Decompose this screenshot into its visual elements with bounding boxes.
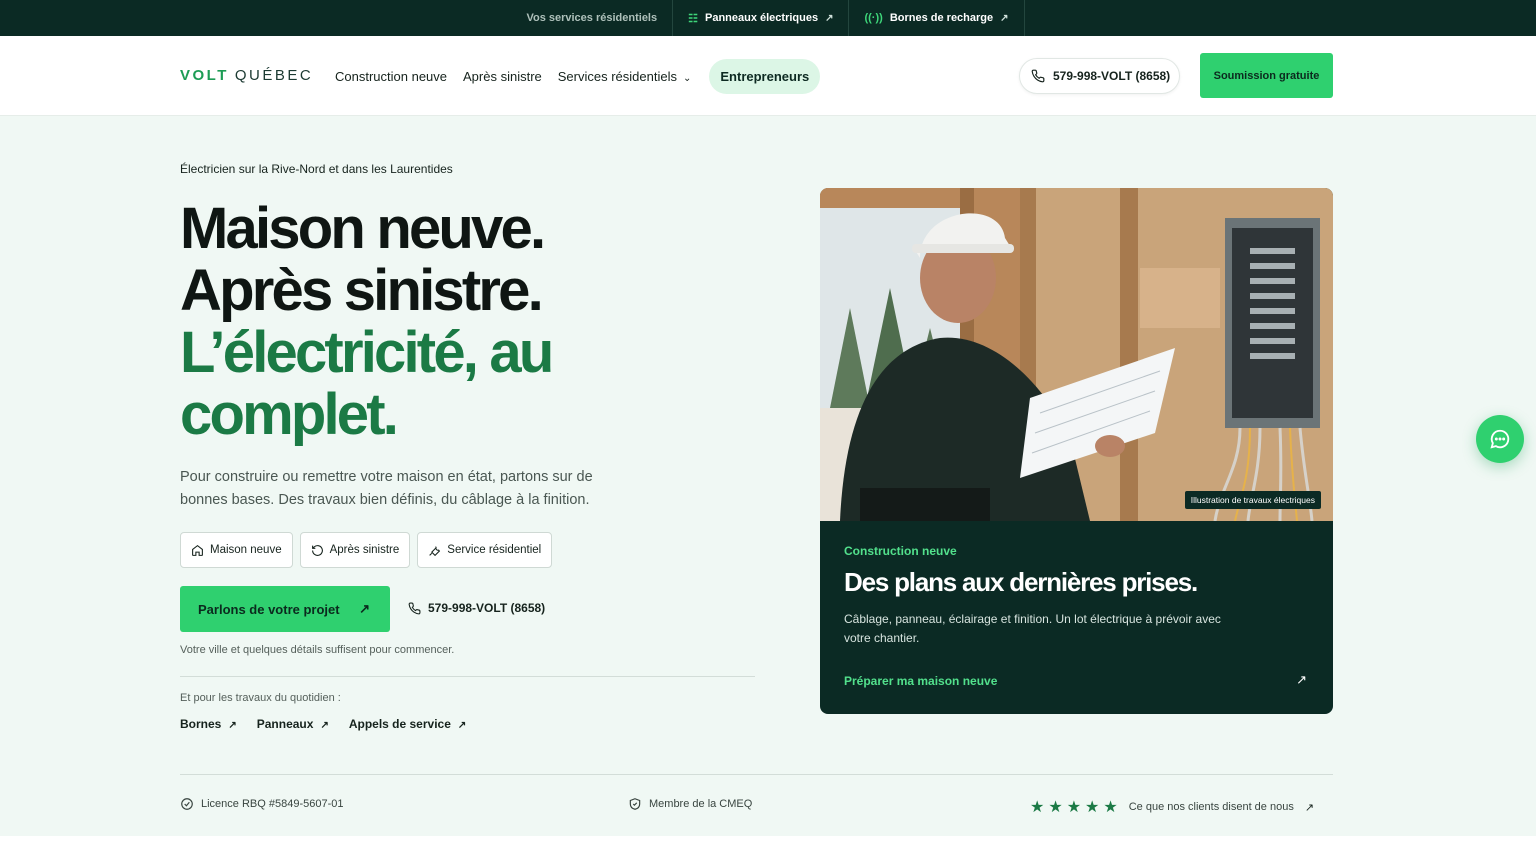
daily-link-label: Bornes — [180, 717, 222, 731]
card-kicker: Construction neuve — [844, 544, 957, 558]
page-bottom — [0, 836, 1536, 864]
quote-button[interactable]: Soumission gratuite — [1200, 53, 1333, 98]
topbar-chargers-link[interactable]: ((·)) Bornes de recharge ↗ — [849, 0, 1025, 36]
arrow-up-right-icon: ↗ — [457, 720, 467, 731]
hero-section: Électricien sur la Rive-Nord et dans les… — [0, 116, 1536, 836]
headline-line-2: Après sinistre. — [180, 258, 544, 323]
check-circle-icon — [181, 798, 193, 810]
phone-icon — [1031, 69, 1045, 83]
hero-lede: Pour construire ou remettre votre maison… — [180, 469, 593, 508]
daily-label: Et pour les travaux du quotidien : — [180, 692, 341, 704]
chat-bubble-icon — [1490, 429, 1510, 449]
headline-line-4: complet. — [180, 382, 399, 447]
feature-card: Illustration de travaux électriques Cons… — [820, 188, 1333, 714]
daily-links: Bornes ↗ Panneaux ↗ Appels de service ↗ — [180, 717, 466, 731]
card-link[interactable]: Préparer ma maison neuve — [844, 674, 997, 688]
license-text: Licence RBQ #5849-5607-01 — [201, 798, 344, 810]
member-text: Membre de la CMEQ — [649, 798, 753, 810]
chip-maison-neuve[interactable]: Maison neuve — [180, 532, 293, 568]
hero-kicker: Électricien sur la Rive-Nord et dans les… — [180, 162, 453, 176]
arrow-up-right-icon: ↗ — [1000, 12, 1009, 24]
nav-link-services[interactable]: Services résidentiels ⌄ — [558, 69, 692, 84]
logo-volt: VOLT — [180, 67, 229, 84]
refresh-icon — [311, 544, 323, 556]
star-rating-icon: ★★★★★ — [1030, 799, 1122, 816]
daily-link-label: Panneaux — [256, 717, 314, 731]
chip-label: Maison neuve — [210, 544, 282, 556]
chip-apres-sinistre[interactable]: Après sinistre — [299, 532, 411, 568]
charger-icon: ((·)) — [864, 12, 883, 24]
daily-link-appels[interactable]: Appels de service ↗ — [349, 717, 466, 731]
daily-link-panneaux[interactable]: Panneaux ↗ — [257, 717, 329, 731]
topbar-panels-link[interactable]: ☷ Panneaux électriques ↗ — [673, 0, 850, 36]
daily-link-bornes[interactable]: Bornes ↗ — [180, 717, 237, 731]
cta-note: Votre ville et quelques détails suffisen… — [180, 644, 455, 656]
nav-link-sinistre[interactable]: Après sinistre — [463, 69, 542, 84]
arrow-up-right-icon[interactable]: ↗ — [1296, 672, 1307, 688]
card-title: Des plans aux dernières prises. — [844, 567, 1198, 597]
arrow-up-right-icon: ↗ — [359, 601, 370, 616]
phone-icon — [408, 602, 421, 614]
topbar-services-label: Vos services résidentiels — [511, 0, 674, 36]
panel-icon: ☷ — [688, 12, 698, 25]
phone-button[interactable]: 579-998-VOLT (8658) — [1019, 58, 1180, 94]
arrow-up-right-icon: ↗ — [1304, 801, 1315, 814]
headline-line-1: Maison neuve. — [180, 196, 546, 261]
license-badge: Licence RBQ #5849-5607-01 — [180, 797, 343, 811]
arrow-up-right-icon: ↗ — [825, 12, 834, 24]
trust-divider — [180, 774, 1333, 775]
nav-link-entrepreneurs[interactable]: Entrepreneurs — [709, 58, 821, 94]
arrow-up-right-icon: ↗ — [320, 720, 329, 731]
chip-label: Service résidentiel — [447, 544, 542, 556]
logo[interactable]: VOLT QUÉBEC — [180, 67, 313, 84]
top-bar: Vos services résidentiels ☷ Panneaux éle… — [0, 0, 1536, 36]
home-icon — [192, 544, 203, 556]
nav-links: Construction neuve Après sinistre Servic… — [335, 36, 821, 116]
main-nav: VOLT QUÉBEC Construction neuve Après sin… — [0, 36, 1536, 116]
member-badge: Membre de la CMEQ — [628, 797, 752, 811]
image-caption-tag: Illustration de travaux électriques — [1184, 491, 1321, 509]
hero-headline: Maison neuve. Après sinistre. L’électric… — [180, 196, 554, 447]
project-cta-button[interactable]: Parlons de votre projet ↗ — [180, 586, 390, 632]
electrician-photo — [820, 188, 1333, 521]
shield-check-icon — [629, 798, 641, 810]
daily-link-label: Appels de service — [348, 717, 451, 731]
reviews-link[interactable]: ★★★★★ Ce que nos clients disent de nous … — [1030, 797, 1314, 817]
card-text: Câblage, panneau, éclairage et finition.… — [844, 612, 1221, 645]
arrow-up-right-icon: ↗ — [228, 720, 237, 731]
chevron-down-icon: ⌄ — [682, 72, 692, 84]
nav-link-construction[interactable]: Construction neuve — [335, 69, 447, 84]
hero-phone-number: 579-998-VOLT (8658) — [428, 601, 546, 615]
wrench-icon — [429, 545, 441, 556]
service-chips: Maison neuve Après sinistre Service rési… — [180, 532, 553, 568]
hero-phone-link[interactable]: 579-998-VOLT (8658) — [408, 601, 545, 615]
topbar-chargers-label: Bornes de recharge — [889, 12, 994, 24]
nav-link-services-label: Services résidentiels — [557, 68, 677, 84]
chat-button[interactable] — [1476, 415, 1524, 463]
chip-service-residentiel[interactable]: Service résidentiel — [417, 532, 553, 568]
headline-line-3: L’électricité, au — [180, 320, 554, 385]
reviews-text: Ce que nos clients disent de nous — [1128, 801, 1294, 813]
topbar-panels-label: Panneaux électriques — [704, 12, 819, 24]
project-cta-label: Parlons de votre projet — [198, 601, 340, 617]
logo-quebec: QUÉBEC — [234, 67, 314, 84]
chip-label: Après sinistre — [329, 544, 400, 556]
phone-number: 579-998-VOLT (8658) — [1053, 69, 1171, 83]
divider — [180, 676, 755, 677]
